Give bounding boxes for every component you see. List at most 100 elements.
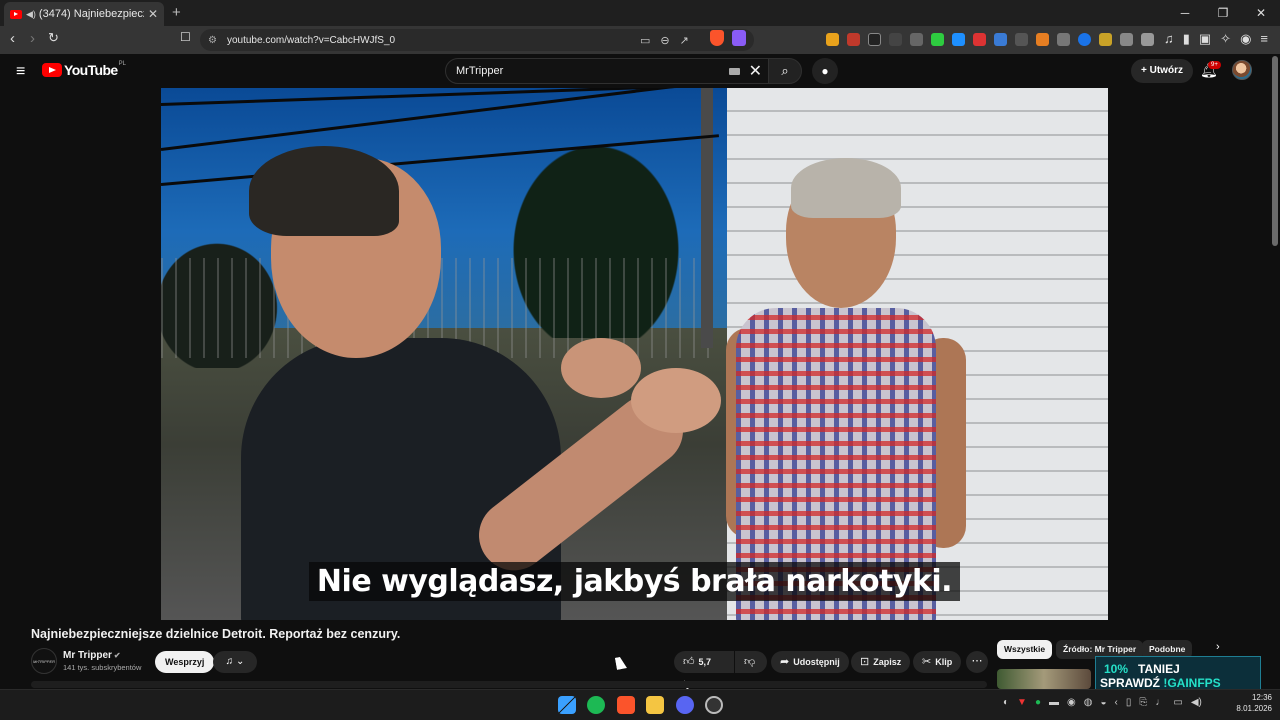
leo-ai-icon[interactable]: ✧ <box>1220 31 1231 47</box>
search-input[interactable]: MrTripper ✕ <box>445 58 769 84</box>
tab-close-icon[interactable]: ✕ <box>148 7 158 21</box>
more-actions-button[interactable]: ⋯ <box>966 651 988 673</box>
clock-time: 12:36 <box>1251 693 1272 702</box>
zoom-icon[interactable]: ⊖ <box>660 34 669 47</box>
channel-avatar[interactable]: MrTRIPPER <box>31 648 57 674</box>
chip-all[interactable]: Wszystkie <box>997 640 1053 659</box>
share-button[interactable]: ➦ Udostępnij <box>771 651 849 673</box>
browser-tab[interactable]: ◀) (3474) Najniebezpieczniejsze ✕ <box>4 2 164 26</box>
search-icon: ⌕ <box>781 63 789 78</box>
hamburger-menu-icon[interactable]: ≡ <box>16 63 25 81</box>
comment-area-preview <box>31 681 987 688</box>
sidebar-icon[interactable]: ▮ <box>1183 31 1190 47</box>
wallet-icon[interactable]: ▣ <box>1199 31 1211 47</box>
tray-monitor-icon[interactable]: ▭ <box>1173 697 1182 708</box>
keyboard-icon[interactable] <box>729 68 740 75</box>
tray-steam-icon[interactable]: ◍ <box>1084 697 1093 708</box>
video-man-hand <box>631 368 721 433</box>
share-page-icon[interactable]: ↗ <box>680 34 689 47</box>
voice-search-button[interactable]: ● <box>812 58 838 84</box>
scissors-icon: ✂ <box>922 656 932 668</box>
create-button[interactable]: + Utwórz <box>1131 59 1193 83</box>
brave-browser-icon[interactable] <box>617 696 635 714</box>
extension-icon[interactable] <box>1036 33 1049 46</box>
brave-rewards-icon[interactable] <box>732 30 746 46</box>
site-info-icon[interactable]: ⚙ <box>208 35 217 46</box>
music-icon[interactable]: ♫ <box>1164 31 1174 47</box>
audio-playing-icon[interactable]: ◀) <box>26 9 36 20</box>
ad-taniej: TANIEJ <box>1138 662 1180 676</box>
extension-icon[interactable] <box>889 33 902 46</box>
user-avatar[interactable] <box>1232 60 1252 80</box>
notification-settings-button[interactable]: ♫ ⌄ <box>213 651 257 673</box>
clear-search-icon[interactable]: ✕ <box>749 61 762 81</box>
back-icon[interactable]: ‹ <box>10 30 15 47</box>
tray-spotify-icon[interactable]: ● <box>1035 697 1041 708</box>
steam-icon[interactable] <box>705 696 723 714</box>
page-scrollbar[interactable] <box>1272 56 1278 246</box>
channel-name-row[interactable]: Mr Tripper ✔ <box>63 650 121 661</box>
video-title: Najniebezpieczniejsze dzielnice Detroit.… <box>31 627 401 641</box>
extension-icon[interactable] <box>994 33 1007 46</box>
search-button[interactable]: ⌕ <box>768 58 802 84</box>
like-button[interactable]: 👍︎5,7 tys. <box>674 651 734 689</box>
cast-icon[interactable]: ▭ <box>640 34 650 47</box>
tray-app-icon[interactable]: ▼ <box>1017 697 1027 708</box>
video-player[interactable]: Nie wyglądasz, jakbyś brała narkotyki. <box>161 88 1108 620</box>
clip-button[interactable]: ✂ Klip <box>913 651 962 673</box>
extension-icon[interactable] <box>1120 33 1133 46</box>
restore-icon[interactable]: ❐ <box>1204 0 1242 26</box>
new-tab-icon[interactable]: + <box>172 4 181 21</box>
tray-discord-icon[interactable]: ◉ <box>1067 697 1076 708</box>
discord-icon[interactable] <box>676 696 694 714</box>
extension-icon[interactable] <box>952 33 965 46</box>
brave-shields-icon[interactable] <box>710 30 724 46</box>
youtube-favicon-icon <box>10 9 22 19</box>
tray-volume-icon[interactable]: ◀) <box>1191 697 1202 708</box>
file-explorer-icon[interactable] <box>646 696 664 714</box>
windows-start-icon[interactable] <box>558 696 576 714</box>
extension-icon[interactable] <box>931 33 944 46</box>
related-video-thumbnail[interactable] <box>997 669 1091 689</box>
extension-icon[interactable] <box>1141 33 1154 46</box>
tray-app-icon[interactable]: ▬ <box>1049 697 1059 708</box>
vpn-icon[interactable]: ◉ <box>1240 31 1251 47</box>
tray-app-icon[interactable]: ▯ <box>1126 697 1132 708</box>
dislike-button[interactable]: 👎︎ <box>735 651 767 673</box>
tray-app-icon[interactable]: ⎘ <box>1139 697 1147 708</box>
chevron-right-icon[interactable]: › <box>1216 641 1220 653</box>
system-tray: ◐ ▼ ● ▬ ◉ ◍ ◒ ‹ ▯ ⎘ ♩ ▭ ◀) <box>1003 697 1202 708</box>
extension-icon[interactable] <box>910 33 923 46</box>
extension-icon[interactable] <box>847 33 860 46</box>
extension-icon[interactable] <box>868 33 881 46</box>
tray-chevron-icon[interactable]: ‹ <box>1115 697 1118 708</box>
system-clock[interactable]: 12:36 8.01.2026 <box>1236 692 1272 714</box>
extension-icon[interactable] <box>1057 33 1070 46</box>
youtube-logo[interactable]: YouTube PL <box>42 61 126 78</box>
tray-app-icon[interactable]: ◐ <box>1003 697 1009 708</box>
tray-mic-icon[interactable]: ♩ <box>1155 697 1165 708</box>
video-man-hair <box>249 146 399 236</box>
tray-app-icon[interactable]: ◒ <box>1100 697 1106 708</box>
address-actions: ▭ ⊖ ↗ <box>640 29 689 51</box>
extension-icon[interactable] <box>826 33 839 46</box>
extension-icon[interactable] <box>1099 33 1112 46</box>
extension-icon[interactable] <box>973 33 986 46</box>
browser-right-icons: ♫ ▮ ▣ ✧ ◉ ≡ <box>1164 31 1268 47</box>
bookmark-icon[interactable]: ☐ <box>180 30 191 44</box>
window-close-icon[interactable]: ✕ <box>1242 0 1280 26</box>
minimize-icon[interactable]: ─ <box>1166 0 1204 26</box>
clock-date: 8.01.2026 <box>1236 704 1272 713</box>
menu-icon[interactable]: ≡ <box>1260 31 1268 47</box>
forward-icon[interactable]: › <box>30 30 35 47</box>
subscriber-count: 141 tys. subskrybentów <box>63 663 142 672</box>
extension-icon[interactable] <box>1078 33 1091 46</box>
reload-icon[interactable]: ↻ <box>48 30 59 46</box>
support-button[interactable]: Wesprzyj <box>155 651 215 673</box>
channel-name: Mr Tripper <box>63 650 112 661</box>
spotify-icon[interactable] <box>587 696 605 714</box>
save-icon: ⊡ <box>860 656 870 668</box>
save-button[interactable]: ⊡ Zapisz <box>851 651 911 673</box>
url-text: youtube.com/watch?v=CabcHWJfS_0 <box>226 34 396 46</box>
extension-icon[interactable] <box>1015 33 1028 46</box>
